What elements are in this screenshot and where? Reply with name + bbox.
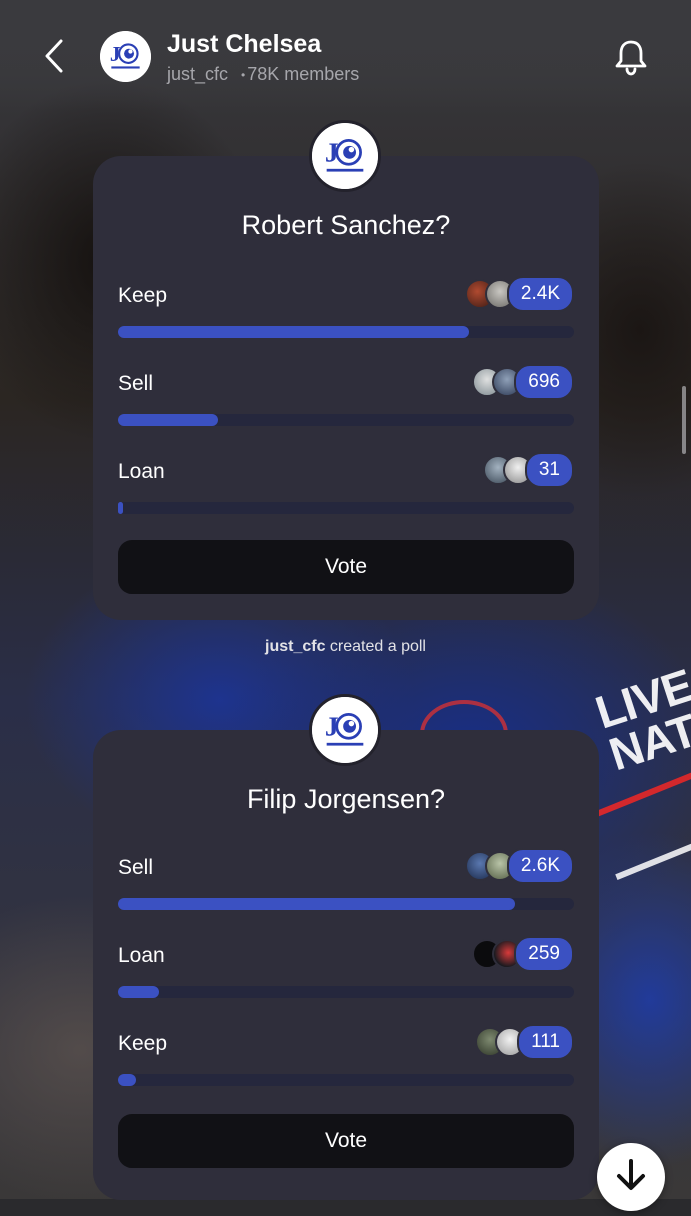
vote-button[interactable]: Vote: [118, 1114, 574, 1168]
arrow-down-icon: [617, 1159, 645, 1190]
group-title: Just Chelsea: [167, 30, 322, 58]
bell-icon: [615, 40, 647, 76]
poll-vote-count: 111: [517, 1024, 574, 1060]
poll-vote-count: 259: [514, 936, 574, 972]
poll-option-voters[interactable]: 111: [475, 1024, 574, 1060]
system-message-text: created a poll: [325, 638, 426, 655]
member-count: 78K members: [247, 64, 360, 84]
poll-option-label: Loan: [118, 460, 165, 483]
poll-progress-fill: [118, 986, 160, 998]
poll-progress-track: [118, 986, 574, 998]
poll-progress-fill: [118, 502, 124, 514]
vote-button[interactable]: Vote: [118, 540, 574, 594]
poll-option-voters[interactable]: 31: [482, 452, 574, 488]
just-chelsea-logo: J: [312, 697, 378, 763]
poll-vote-count: 696: [514, 364, 574, 400]
just-chelsea-logo: J: [312, 123, 378, 189]
poll-progress-track: [118, 1074, 574, 1086]
poll-question: Robert Sanchez?: [241, 210, 451, 240]
poll-card: J Robert Sanchez? Keep 2.4K Sell 696 Loa…: [93, 120, 599, 620]
poll-group-logo: J: [309, 120, 381, 192]
poll-option[interactable]: Keep 111: [118, 1024, 574, 1096]
poll-option-label: Keep: [118, 284, 168, 307]
notifications-button[interactable]: [610, 36, 652, 78]
poll-option[interactable]: Loan 259: [118, 936, 574, 1008]
background-sponsor-text: LIVE NATION: [589, 658, 691, 781]
group-meta: just_cfc • 78K members: [167, 64, 359, 85]
chat-header: J Just Chelsea just_cfc • 78K members: [0, 0, 691, 110]
scroll-to-bottom-button[interactable]: [597, 1143, 665, 1211]
poll-creator[interactable]: just_cfc: [265, 638, 325, 655]
poll-option-voters[interactable]: 2.4K: [464, 276, 574, 312]
poll-progress-track: [118, 414, 574, 426]
scrollbar-thumb[interactable]: [682, 386, 686, 454]
background-stripe: [590, 772, 691, 880]
poll-progress-track: [118, 898, 574, 910]
poll-option[interactable]: Sell 696: [118, 364, 574, 436]
poll-option-voters[interactable]: 2.6K: [464, 848, 574, 884]
poll-progress-fill: [118, 326, 470, 338]
poll-progress-fill: [118, 898, 515, 910]
poll-option-label: Keep: [118, 1032, 168, 1055]
poll-vote-count: 2.4K: [506, 276, 574, 312]
poll-progress-track: [118, 502, 574, 514]
poll-vote-count: 31: [524, 452, 574, 488]
poll-progress-track: [118, 326, 574, 338]
poll-progress-fill: [118, 414, 219, 426]
poll-card: J Filip Jorgensen? Sell 2.6K Loan 259 Ke…: [93, 694, 599, 1200]
poll-option-label: Loan: [118, 944, 165, 967]
poll-question: Filip Jorgensen?: [246, 784, 446, 814]
poll-option-voters[interactable]: 259: [472, 936, 574, 972]
poll-group-logo: J: [309, 694, 381, 766]
poll-option[interactable]: Keep 2.4K: [118, 276, 574, 348]
system-message: just_cfc created a poll: [0, 638, 691, 656]
group-avatar[interactable]: J: [100, 31, 151, 82]
just-chelsea-logo: J: [100, 31, 151, 82]
chevron-left-icon: [45, 39, 63, 73]
poll-option[interactable]: Loan 31: [118, 452, 574, 524]
poll-option-label: Sell: [118, 856, 154, 879]
poll-option-label: Sell: [118, 372, 154, 395]
poll-option-voters[interactable]: 696: [472, 364, 574, 400]
poll-vote-count: 2.6K: [506, 848, 574, 884]
group-handle: just_cfc: [167, 64, 229, 84]
meta-separator: •: [241, 68, 246, 83]
back-button[interactable]: [38, 38, 74, 74]
poll-option[interactable]: Sell 2.6K: [118, 848, 574, 920]
poll-progress-fill: [118, 1074, 137, 1086]
